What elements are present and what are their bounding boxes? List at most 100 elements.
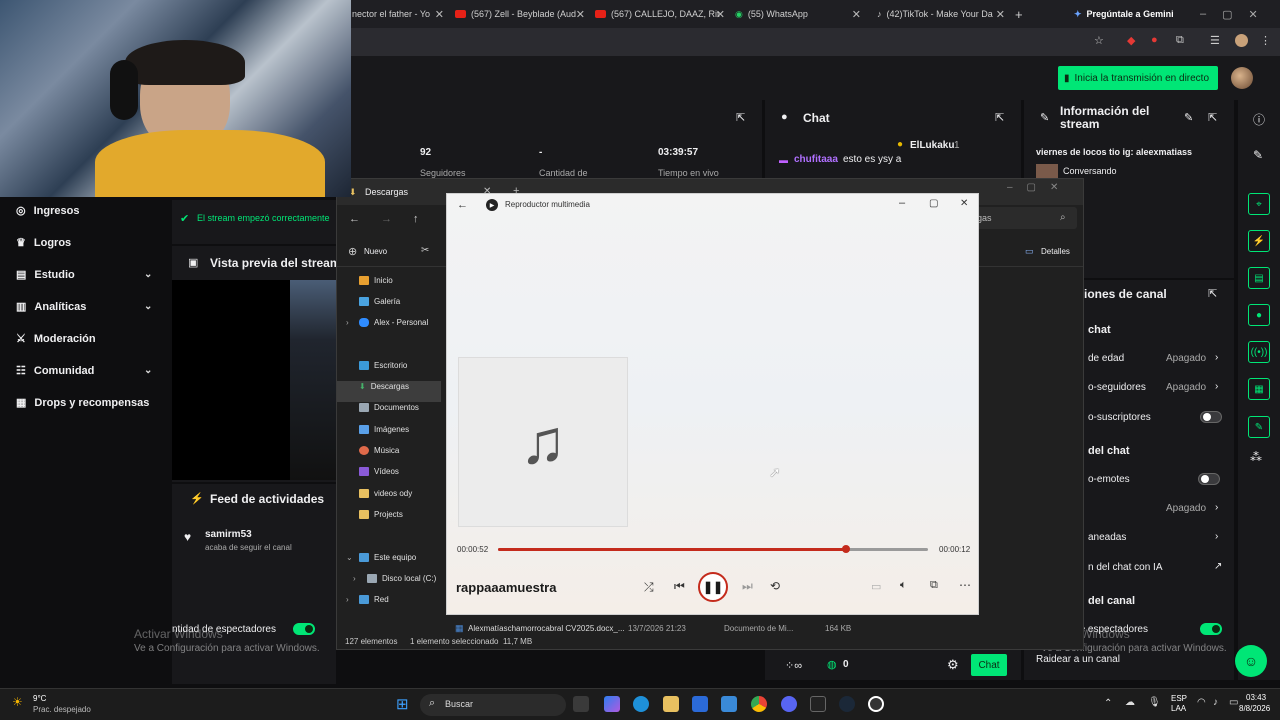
- chevron-up-icon[interactable]: ⌃: [1104, 698, 1112, 709]
- chevron-down-icon[interactable]: ⌄: [346, 553, 353, 562]
- app-icon[interactable]: [810, 696, 826, 712]
- cut-icon[interactable]: ✂: [421, 245, 429, 256]
- nav-item-folder[interactable]: Projects: [359, 510, 403, 519]
- next-icon[interactable]: ⏭: [742, 579, 753, 594]
- popout-icon[interactable]: ⇱: [736, 111, 745, 124]
- nav-item-este-equipo[interactable]: ⌄ Este equipo: [346, 553, 416, 562]
- gemini-button[interactable]: ✦ Pregúntale a Gemini: [1074, 4, 1184, 24]
- sidebar-item-logros[interactable]: ♛ Logros: [16, 236, 71, 250]
- language-code[interactable]: ESP: [1171, 694, 1187, 703]
- explorer-tab-title[interactable]: Descargas: [365, 187, 408, 197]
- sidebar-item-comunidad[interactable]: ☷ Comunidad ⌄: [16, 364, 166, 378]
- explorer-window-controls[interactable]: –▢✕: [1007, 182, 1072, 193]
- browser-tab[interactable]: (567) CALLEJO, DAAZ, Rit ✕: [595, 4, 725, 24]
- nav-item-imagenes[interactable]: Imágenes: [359, 425, 409, 434]
- popout-icon[interactable]: ⇱: [1208, 111, 1217, 124]
- emotes-only-toggle[interactable]: [1198, 473, 1220, 485]
- menu-kebab-icon[interactable]: ⋮: [1260, 34, 1271, 47]
- go-live-button[interactable]: ▮ Inicia la transmisión en directo: [1058, 66, 1218, 90]
- sidebar-item-estudio[interactable]: ▤ Estudio ⌄: [16, 268, 166, 282]
- media-player-icon[interactable]: [868, 696, 884, 712]
- chevron-right-icon[interactable]: ›: [1215, 352, 1218, 363]
- nav-item-escritorio[interactable]: Escritorio: [359, 361, 407, 370]
- nav-item-musica[interactable]: Música: [359, 446, 399, 455]
- battery-icon[interactable]: ▭: [1229, 697, 1238, 708]
- seek-bar[interactable]: [498, 545, 928, 553]
- clock-time[interactable]: 03:43: [1246, 693, 1266, 702]
- app-icon[interactable]: [721, 696, 737, 712]
- sidebar-item-drops[interactable]: ▦ Drops y recompensas: [16, 396, 149, 410]
- chevron-right-icon[interactable]: ›: [1215, 502, 1218, 513]
- chrome-icon[interactable]: [751, 696, 767, 712]
- nav-item-documentos[interactable]: Documentos: [359, 403, 419, 412]
- store-icon[interactable]: [692, 696, 708, 712]
- chevron-right-icon[interactable]: ›: [353, 574, 356, 583]
- viewer-count-toggle[interactable]: [1200, 623, 1222, 635]
- maximize-icon[interactable]: ▢: [1222, 8, 1232, 21]
- setting-state[interactable]: Apagado: [1166, 382, 1206, 393]
- discord-icon[interactable]: [781, 696, 797, 712]
- minimize-icon[interactable]: –: [899, 197, 905, 209]
- volume-icon[interactable]: 🔈︎: [900, 579, 907, 592]
- tab-search-icon[interactable]: ☰: [1210, 34, 1220, 47]
- quick-action-button[interactable]: ⌖: [1248, 193, 1270, 215]
- quick-action-button[interactable]: ▦: [1248, 378, 1270, 400]
- browser-tab[interactable]: (567) Zell - Beyblade (Aud ✕: [455, 4, 585, 24]
- cloud-sync-icon[interactable]: ☁: [1125, 697, 1135, 708]
- pause-button[interactable]: ❚❚: [698, 572, 728, 602]
- chevron-right-icon[interactable]: ›: [346, 595, 349, 604]
- quick-action-button[interactable]: ((•)): [1248, 341, 1270, 363]
- shapes-icon[interactable]: ⁂: [1250, 450, 1262, 464]
- window-controls[interactable]: – ▢ ✕: [1200, 4, 1270, 24]
- info-icon[interactable]: ⓘ: [1253, 111, 1265, 128]
- quick-action-button[interactable]: ▤: [1248, 267, 1270, 289]
- viewer-count-toggle[interactable]: [293, 623, 315, 635]
- edit-icon[interactable]: ✎: [1184, 111, 1193, 124]
- pinned-user[interactable]: ElLukaku: [910, 140, 954, 151]
- edge-icon[interactable]: [633, 696, 649, 712]
- shuffle-icon[interactable]: ⤮: [644, 580, 654, 595]
- minimize-icon[interactable]: –: [1200, 8, 1206, 20]
- cast-icon[interactable]: ▭: [871, 580, 881, 593]
- setting-state[interactable]: Apagado: [1166, 503, 1206, 514]
- new-tab-button[interactable]: +: [1015, 4, 1029, 24]
- bookmark-star-icon[interactable]: ☆: [1094, 34, 1104, 47]
- edit-icon[interactable]: ✎: [1253, 148, 1263, 162]
- nav-item-red[interactable]: › Red: [346, 595, 389, 604]
- close-icon[interactable]: ✕: [996, 8, 1005, 21]
- browser-tab[interactable]: ◉ (55) WhatsApp ✕: [735, 4, 861, 24]
- raid-channel-link[interactable]: Raidear a un canal: [1036, 654, 1120, 665]
- infinity-icon[interactable]: ⁘∞: [785, 659, 802, 672]
- setting-state[interactable]: Apagado: [1166, 353, 1206, 364]
- back-arrow-icon[interactable]: ←: [349, 213, 360, 225]
- nav-item-galeria[interactable]: Galería: [359, 297, 400, 306]
- close-icon[interactable]: ✕: [576, 8, 585, 21]
- search-icon[interactable]: ⌕: [1060, 212, 1066, 223]
- close-icon[interactable]: ✕: [960, 198, 968, 209]
- forward-arrow-icon[interactable]: →: [381, 213, 392, 225]
- nav-item-folder[interactable]: videos ody: [359, 489, 412, 498]
- previous-icon[interactable]: ⏮: [674, 579, 685, 594]
- microphone-icon[interactable]: 🎙︎: [1148, 697, 1161, 708]
- steam-icon[interactable]: [839, 696, 855, 712]
- activity-username[interactable]: samirm53: [205, 529, 252, 540]
- extension-icon[interactable]: ●: [1151, 34, 1158, 46]
- weather-temp[interactable]: 9°C: [33, 694, 46, 703]
- nav-item-disco[interactable]: › Disco local (C:): [353, 574, 436, 583]
- maximize-icon[interactable]: ▢: [929, 198, 938, 209]
- back-arrow-icon[interactable]: ←: [457, 199, 468, 211]
- close-icon[interactable]: ✕: [435, 8, 444, 21]
- taskbar-search[interactable]: [420, 694, 566, 716]
- subs-only-toggle[interactable]: [1200, 411, 1222, 423]
- seek-thumb[interactable]: [842, 545, 851, 553]
- browser-tab[interactable]: nector el father - Yo ✕: [352, 4, 444, 24]
- chat-username[interactable]: chufitaaa: [794, 154, 838, 165]
- chevron-right-icon[interactable]: ›: [1215, 531, 1218, 542]
- quick-action-button[interactable]: ⚡: [1248, 230, 1270, 252]
- avatar[interactable]: [1231, 67, 1253, 89]
- sidebar-item-moderacion[interactable]: ⚔ Moderación: [16, 332, 96, 346]
- close-icon[interactable]: ✕: [716, 8, 725, 21]
- nav-item-videos[interactable]: Vídeos: [359, 467, 399, 476]
- extensions-puzzle-icon[interactable]: ⧉: [1176, 34, 1184, 47]
- popout-icon[interactable]: ⇱: [995, 111, 1004, 124]
